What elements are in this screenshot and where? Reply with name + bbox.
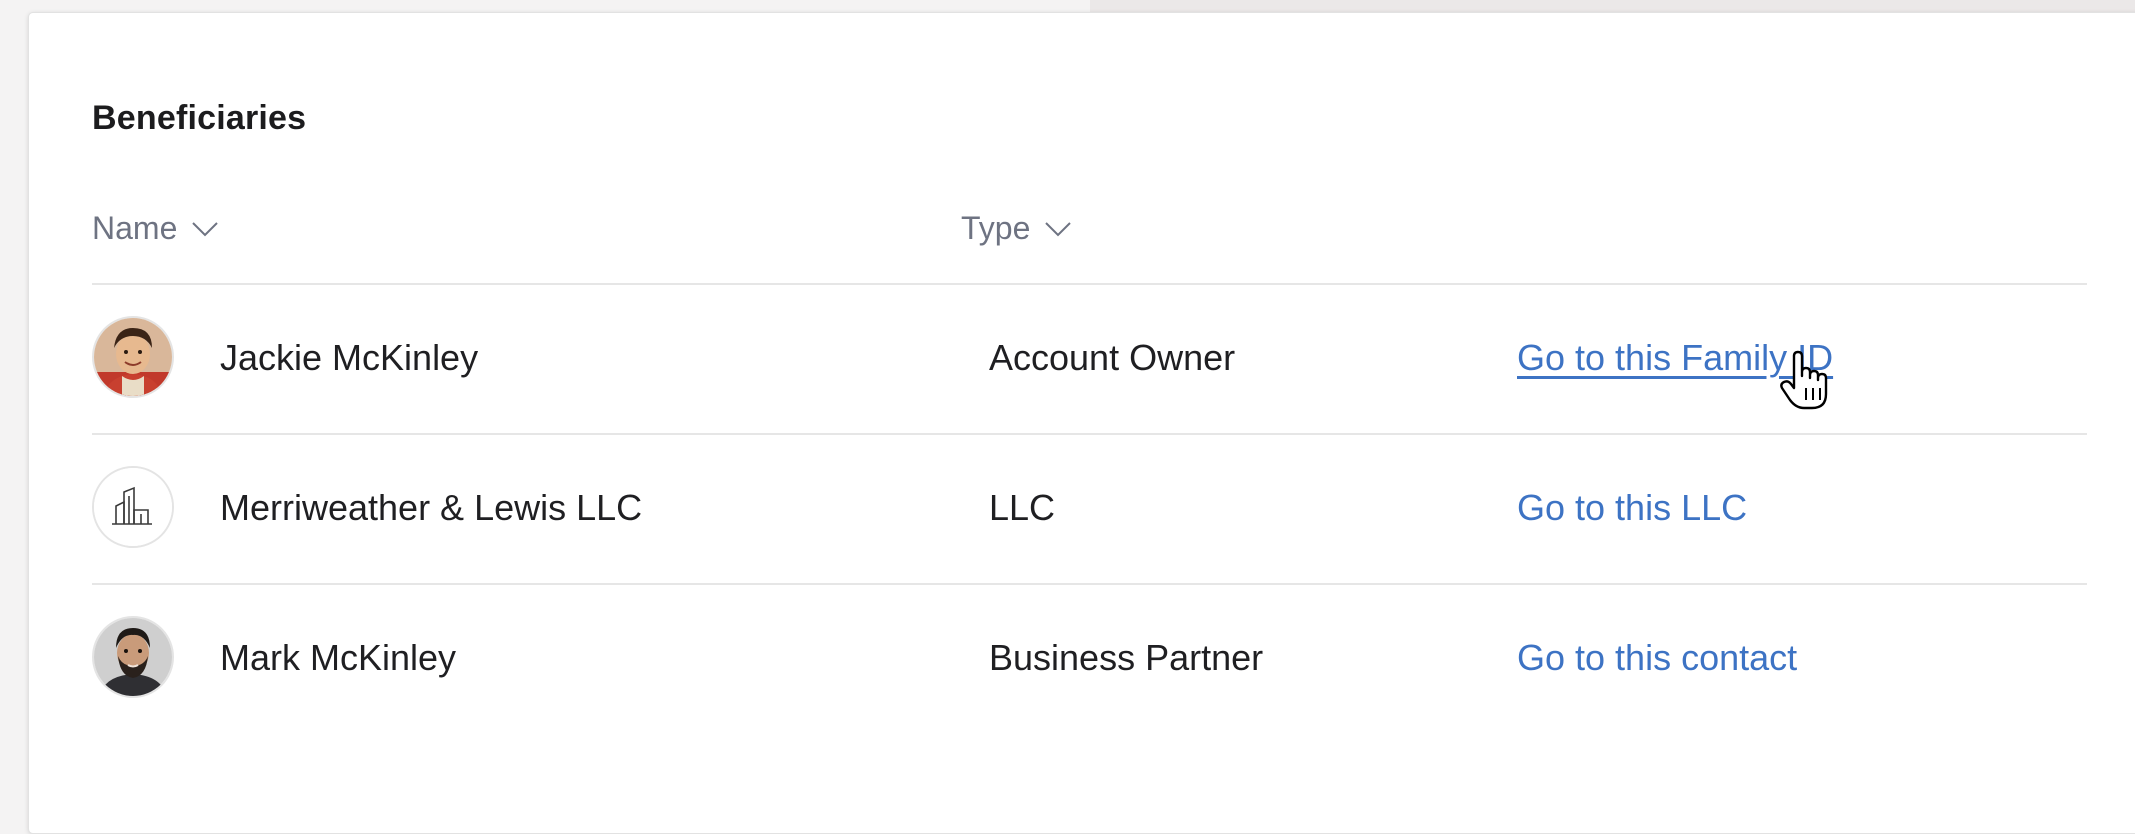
name-column-label: Name — [92, 210, 178, 246]
beneficiary-type: LLC — [989, 487, 1056, 528]
avatar — [92, 316, 174, 398]
table-row: Mark McKinley Business Partner Go to thi… — [92, 585, 2087, 733]
person-photo-icon — [94, 618, 172, 696]
sort-by-type-header[interactable]: Type — [961, 210, 1072, 247]
beneficiary-type: Account Owner — [989, 337, 1236, 378]
go-to-llc-link[interactable]: Go to this LLC — [1517, 487, 1747, 529]
beneficiary-name: Merriweather & Lewis LLC — [220, 487, 643, 528]
beneficiary-type: Business Partner — [989, 637, 1264, 678]
chevron-down-icon — [192, 221, 219, 236]
avatar — [92, 616, 174, 698]
beneficiary-name: Mark McKinley — [220, 637, 457, 678]
go-to-contact-link[interactable]: Go to this contact — [1517, 637, 1797, 679]
avatar — [92, 466, 174, 548]
building-icon — [94, 468, 172, 546]
hand-pointer-cursor-icon — [1780, 350, 1828, 410]
type-column-label: Type — [961, 210, 1031, 246]
chevron-down-icon — [1045, 221, 1072, 236]
section-title: Beneficiaries — [92, 99, 307, 137]
table-row: Merriweather & Lewis LLC LLC Go to this … — [92, 435, 2087, 583]
beneficiary-name: Jackie McKinley — [220, 337, 479, 378]
beneficiaries-card: Beneficiaries Name Type Jackie McKinley … — [28, 12, 2135, 834]
sort-by-name-header[interactable]: Name — [92, 210, 219, 247]
person-photo-icon — [94, 318, 172, 396]
